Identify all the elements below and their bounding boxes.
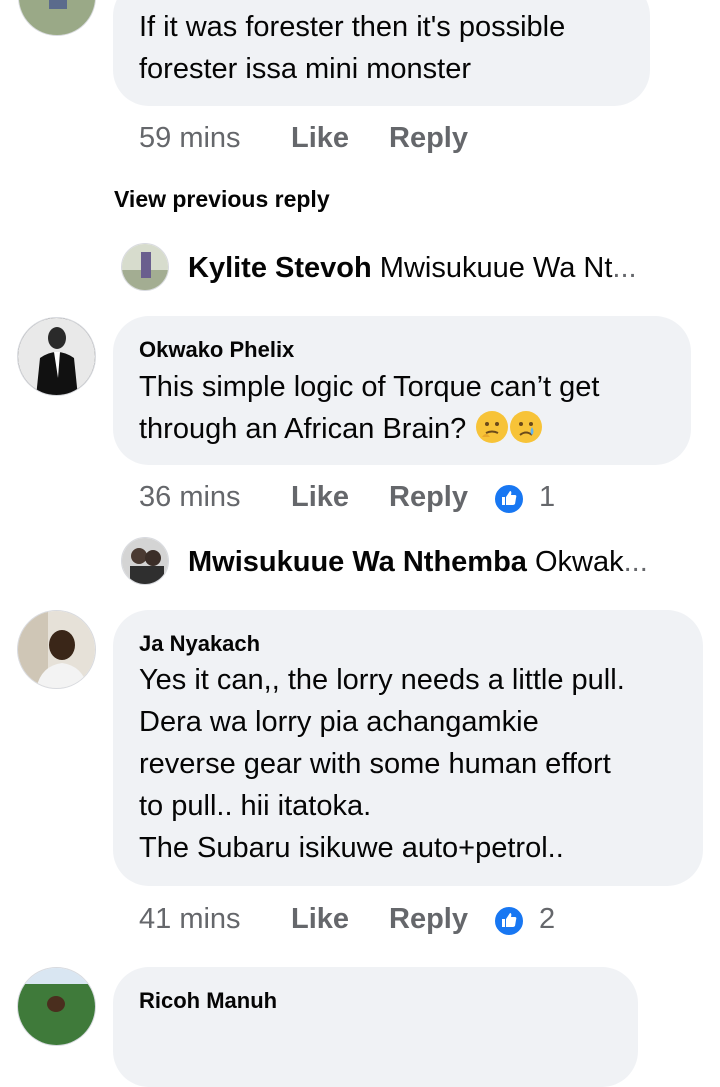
reply-button[interactable]: Reply xyxy=(389,481,468,514)
comment-author[interactable]: Ricoh Manuh xyxy=(139,988,277,1014)
commenter-avatar[interactable] xyxy=(18,0,96,36)
like-button[interactable]: Like xyxy=(291,481,349,514)
reaction-count[interactable]: 2 xyxy=(539,903,555,936)
avatar-photo xyxy=(122,244,168,290)
reaction-count[interactable]: 1 xyxy=(539,481,555,514)
comment-text-line: reverse gear with some human effort xyxy=(139,748,611,780)
reply-preview[interactable]: Mwisukuue Wa Nthemba Okwak... xyxy=(188,546,648,579)
comment-author[interactable]: Okwako Phelix xyxy=(139,337,294,363)
reply-button[interactable]: Reply xyxy=(389,903,468,936)
reply-preview-ellipsis: ... xyxy=(612,252,637,284)
commenter-avatar[interactable] xyxy=(17,610,96,689)
avatar-photo xyxy=(18,611,95,688)
reply-preview[interactable]: Kylite Stevoh Mwisukuue Wa Nt... xyxy=(188,252,637,285)
comment-bubble[interactable]: If it was forester then it's possible fo… xyxy=(113,0,650,106)
comment-text-line: This simple logic of Torque can’t get xyxy=(139,371,600,403)
comment-bubble[interactable]: Ja Nyakach Yes it can,, the lorry needs … xyxy=(113,610,703,886)
thumbs-up-icon[interactable] xyxy=(493,905,525,937)
reply-preview-text: Okwak xyxy=(534,546,624,578)
thumbs-up-icon[interactable] xyxy=(493,483,525,515)
reply-avatar[interactable] xyxy=(121,243,169,291)
avatar-photo xyxy=(18,318,95,395)
avatar-photo xyxy=(122,538,168,584)
crying-face-emoji xyxy=(510,411,543,443)
reply-button[interactable]: Reply xyxy=(389,122,468,155)
like-button[interactable]: Like xyxy=(291,122,349,155)
comment-text: through an African Brain? xyxy=(139,413,467,445)
comment-text-line: The Subaru isikuwe auto+petrol.. xyxy=(139,832,564,864)
view-previous-reply-link[interactable]: View previous reply xyxy=(114,186,330,213)
comment-timestamp: 41 mins xyxy=(139,903,241,935)
comment-timestamp: 59 mins xyxy=(139,122,241,154)
reply-author[interactable]: Mwisukuue Wa Nthemba xyxy=(188,546,527,578)
comment-text-line: Yes it can,, the lorry needs a little pu… xyxy=(139,664,625,696)
comment-timestamp: 36 mins xyxy=(139,481,241,513)
comment-text-line: to pull.. hii itatoka. xyxy=(139,790,372,822)
avatar-photo xyxy=(18,968,95,1045)
reply-preview-ellipsis: ... xyxy=(623,546,648,578)
avatar-photo xyxy=(19,0,95,35)
comment-text-line: If it was forester then it's possible xyxy=(139,11,566,43)
comment-author[interactable]: Ja Nyakach xyxy=(139,631,260,657)
reply-avatar[interactable] xyxy=(121,537,169,585)
like-button[interactable]: Like xyxy=(291,903,349,936)
comment-text-line: through an African Brain? xyxy=(139,408,543,450)
reply-author[interactable]: Kylite Stevoh xyxy=(188,252,372,284)
comment-bubble[interactable]: Okwako Phelix This simple logic of Torqu… xyxy=(113,316,691,465)
commenter-avatar[interactable] xyxy=(17,967,96,1046)
comment-text-line: forester issa mini monster xyxy=(139,53,471,85)
thinking-face-emoji xyxy=(476,411,509,443)
comment-bubble[interactable]: Ricoh Manuh xyxy=(113,967,638,1087)
reply-preview-text: Mwisukuue Wa Nt xyxy=(379,252,613,284)
commenter-avatar[interactable] xyxy=(17,317,96,396)
comment-text-line: Dera wa lorry pia achangamkie xyxy=(139,706,539,738)
